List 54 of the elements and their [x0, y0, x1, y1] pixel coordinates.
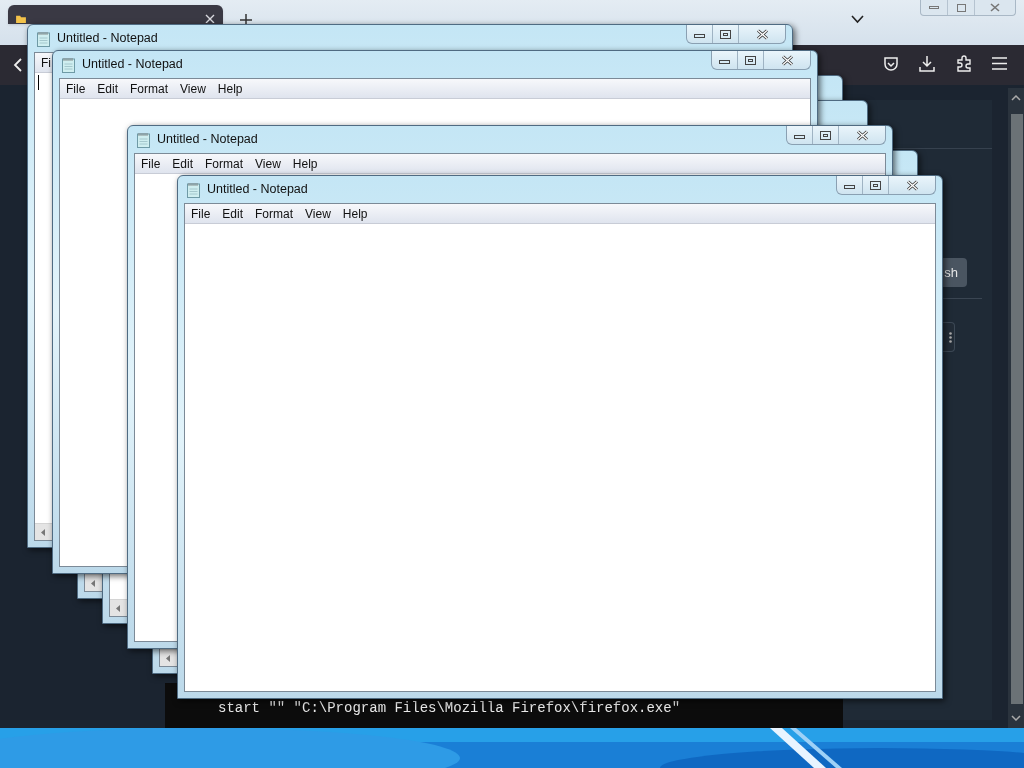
download-icon[interactable] [919, 55, 935, 72]
scroll-left-button[interactable] [85, 575, 102, 591]
notepad-icon [186, 181, 201, 198]
scroll-left-icon [41, 528, 46, 536]
close-icon[interactable] [205, 14, 215, 23]
notepad-icon [61, 56, 76, 73]
close-icon [905, 179, 919, 191]
window-title: Untitled - Notepad [207, 181, 308, 199]
scrollbar[interactable] [1008, 88, 1024, 728]
browser-tab[interactable] [8, 5, 223, 24]
menu-item[interactable]: Edit [222, 204, 244, 223]
window-title: Untitled - Notepad [82, 56, 183, 74]
pocket-icon[interactable] [883, 56, 899, 72]
chevron-down-icon[interactable] [851, 15, 864, 24]
scroll-left-button[interactable] [35, 524, 52, 540]
close-icon [990, 3, 1000, 12]
scroll-left-icon [116, 604, 121, 612]
menu-item[interactable]: Fi [41, 53, 51, 72]
notepad-icon [136, 131, 151, 148]
menu-item[interactable]: Help [342, 204, 368, 223]
puzzle-icon[interactable] [956, 55, 972, 72]
scroll-left-icon [166, 654, 171, 662]
scroll-up-icon[interactable] [1011, 95, 1021, 101]
menu-item[interactable]: Help [217, 79, 243, 98]
menu-item[interactable]: Format [255, 204, 294, 223]
folder-icon [16, 14, 26, 23]
menu-item[interactable]: Edit [97, 79, 119, 98]
menu-item[interactable]: File [141, 154, 161, 173]
notepad-icon [36, 30, 51, 47]
scroll-left-button[interactable] [160, 650, 177, 666]
close-icon [855, 129, 869, 141]
menu-item[interactable]: View [180, 79, 206, 98]
panel-button[interactable]: sh [943, 258, 967, 287]
menu-item[interactable]: Format [205, 154, 244, 173]
close-icon [780, 54, 794, 66]
back-icon[interactable] [13, 58, 23, 72]
panel-menu-button[interactable] [943, 322, 955, 352]
scroll-down-icon[interactable] [1011, 715, 1021, 721]
menu-item[interactable]: View [255, 154, 281, 173]
menu-item[interactable]: File [191, 204, 211, 223]
menu-item[interactable]: Format [130, 79, 169, 98]
window-title: Untitled - Notepad [157, 131, 258, 149]
window-title: Untitled - Notepad [57, 30, 158, 48]
dots-icon [949, 331, 952, 343]
console-line: start "" "C:\Program Files\Mozilla Firefox\firefox.exe" [218, 699, 682, 717]
close-icon [755, 28, 769, 40]
menu-item[interactable]: Help [292, 154, 318, 173]
scroll-left-icon [91, 579, 96, 587]
menu-item[interactable]: File [66, 79, 86, 98]
menu-icon[interactable] [992, 57, 1007, 70]
scrollbar-thumb[interactable] [1011, 114, 1023, 704]
scroll-left-button[interactable] [110, 600, 127, 616]
menu-item[interactable]: Edit [172, 154, 194, 173]
menu-item[interactable]: View [305, 204, 331, 223]
